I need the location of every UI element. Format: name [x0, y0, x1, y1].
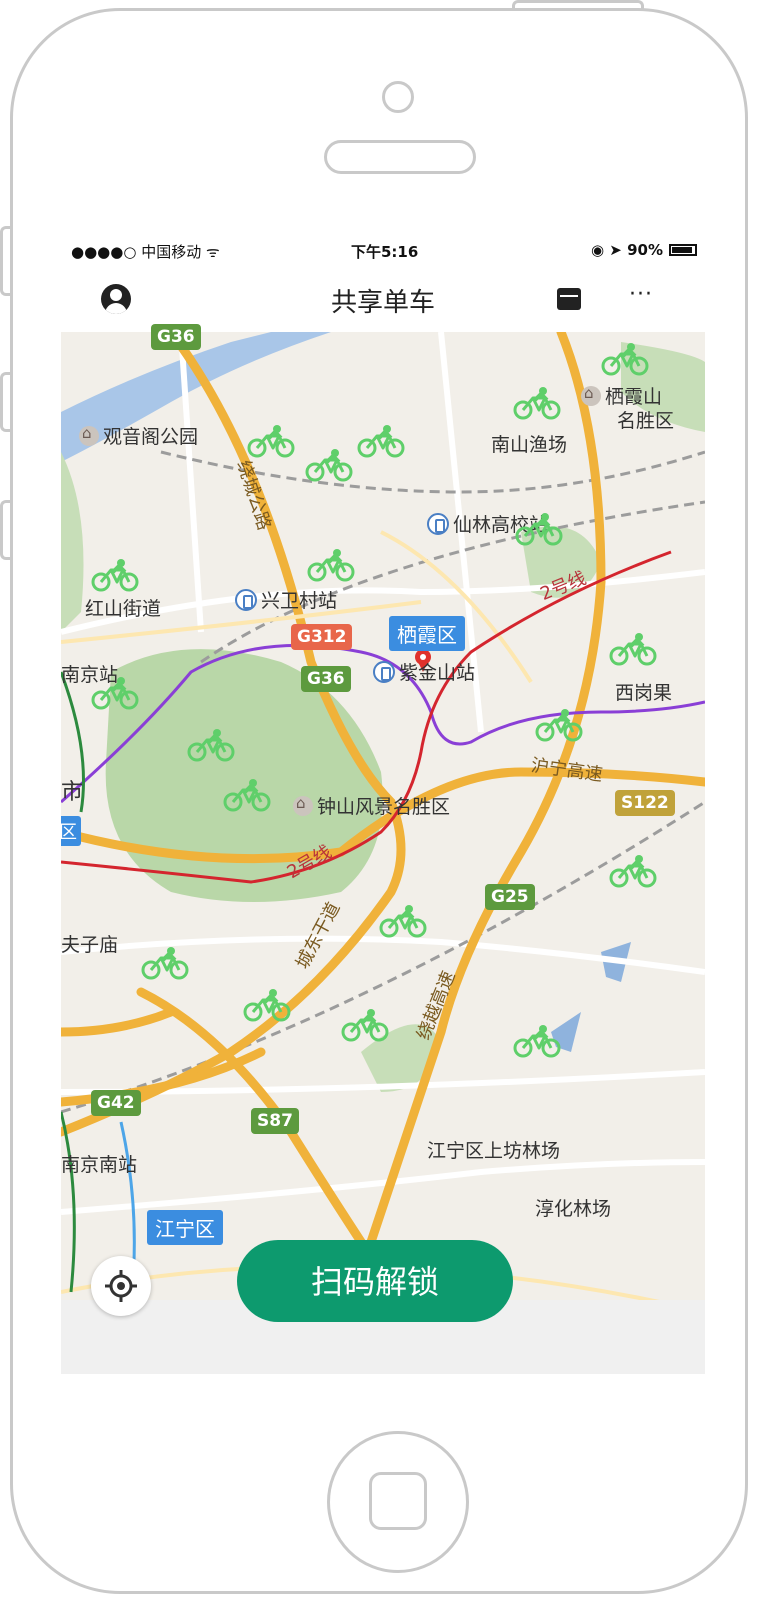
poi-label: 观音阁公园 [103, 426, 199, 448]
poi-qixiashan: 栖霞山 [581, 382, 662, 409]
road-badge-s87: S87 [251, 1108, 299, 1134]
bike-icon[interactable] [307, 548, 355, 582]
road-badge-s122: S122 [615, 790, 675, 816]
bike-icon[interactable] [535, 708, 583, 742]
road-badge-g42: G42 [91, 1090, 141, 1116]
poi-guanyinge: 观音阁公园 [79, 422, 198, 449]
station-zijinshan: 紫金山站 [373, 658, 475, 685]
poi-hongshan: 红山街道 [85, 598, 162, 620]
map-view[interactable]: G36 G312 G36 S122 G25 G42 S87 2号线 2号线 沪宁… [61, 324, 705, 1374]
bike-icon[interactable] [379, 904, 427, 938]
district-jiangning: 江宁区 [147, 1210, 223, 1245]
bike-icon[interactable] [601, 342, 649, 376]
battery-icon [669, 244, 697, 256]
locate-crosshair-icon [105, 1270, 137, 1302]
poi-nanshan: 南山渔场 [491, 434, 568, 456]
label-edge-shi: 市 [61, 780, 84, 805]
park-icon [581, 384, 601, 406]
bike-icon[interactable] [513, 386, 561, 420]
scan-unlock-button[interactable]: 扫码解锁 [237, 1240, 513, 1322]
poi-qixiashan-line2: 名胜区 [617, 410, 675, 432]
battery-percent: ◉ ➤ 90% [590, 241, 663, 259]
phone-volume-up [0, 372, 10, 432]
poi-jiangning-forest: 江宁区上坊林场 [427, 1140, 561, 1162]
page-title: 共享单车 [330, 288, 435, 318]
bike-icon[interactable] [187, 728, 235, 762]
bike-icon[interactable] [91, 676, 139, 710]
park-icon [293, 794, 313, 816]
station-nanjingnan: 南京南站 [61, 1154, 138, 1176]
nav-bar: 共享单车 ··· [61, 268, 705, 332]
bike-icon[interactable] [609, 632, 657, 666]
poi-label: 栖霞山 [605, 386, 663, 408]
bike-icon[interactable] [91, 558, 139, 592]
district-qixia: 栖霞区 [389, 616, 465, 651]
status-time: 下午5:16 [351, 243, 419, 261]
bike-icon[interactable] [223, 778, 271, 812]
road-badge-g36: G36 [301, 666, 351, 692]
station-label: 紫金山站 [399, 662, 476, 684]
road-badge-g312: G312 [291, 624, 353, 650]
road-badge-g25: G25 [485, 884, 535, 910]
station-label: 兴卫村站 [261, 590, 338, 612]
district-edge: 区 [61, 816, 81, 846]
station-xingwei: 兴卫村站 [235, 586, 337, 613]
bike-icon[interactable] [513, 1024, 561, 1058]
front-camera [382, 81, 414, 113]
locate-button[interactable] [91, 1256, 151, 1316]
bike-icon[interactable] [609, 854, 657, 888]
poi-zhongshan: 钟山风景名胜区 [293, 792, 450, 819]
park-icon [79, 424, 99, 446]
calendar-icon[interactable] [557, 288, 581, 310]
bike-icon[interactable] [141, 946, 189, 980]
poi-xigangguo: 西岗果 [615, 682, 673, 704]
home-button-icon [369, 1472, 427, 1530]
metro-station-icon [373, 661, 395, 683]
metro-station-icon [235, 589, 257, 611]
poi-fuzimiao: 夫子庙 [61, 934, 119, 956]
phone-mute-switch [0, 226, 10, 296]
bike-icon[interactable] [341, 1008, 389, 1042]
phone-screen: ●●●●○ 中国移动 ᯤ 下午5:16 ◉ ➤ 90% 共享单车 ··· G36… [61, 232, 705, 1374]
bike-icon[interactable] [247, 424, 295, 458]
road-badge-g36: G36 [151, 324, 201, 350]
bike-icon[interactable] [515, 512, 563, 546]
earpiece-speaker [324, 140, 476, 174]
metro-station-icon [427, 513, 449, 535]
poi-chunhua: 淳化林场 [535, 1198, 612, 1220]
carrier-signal: ●●●●○ 中国移动 ᯤ [71, 243, 220, 261]
bike-icon[interactable] [357, 424, 405, 458]
bike-icon[interactable] [305, 448, 353, 482]
bike-icon[interactable] [243, 988, 291, 1022]
poi-label: 钟山风景名胜区 [317, 796, 451, 818]
status-bar: ●●●●○ 中国移动 ᯤ 下午5:16 ◉ ➤ 90% [61, 232, 705, 268]
phone-volume-down [0, 500, 10, 560]
more-menu-button[interactable]: ··· [629, 282, 653, 307]
